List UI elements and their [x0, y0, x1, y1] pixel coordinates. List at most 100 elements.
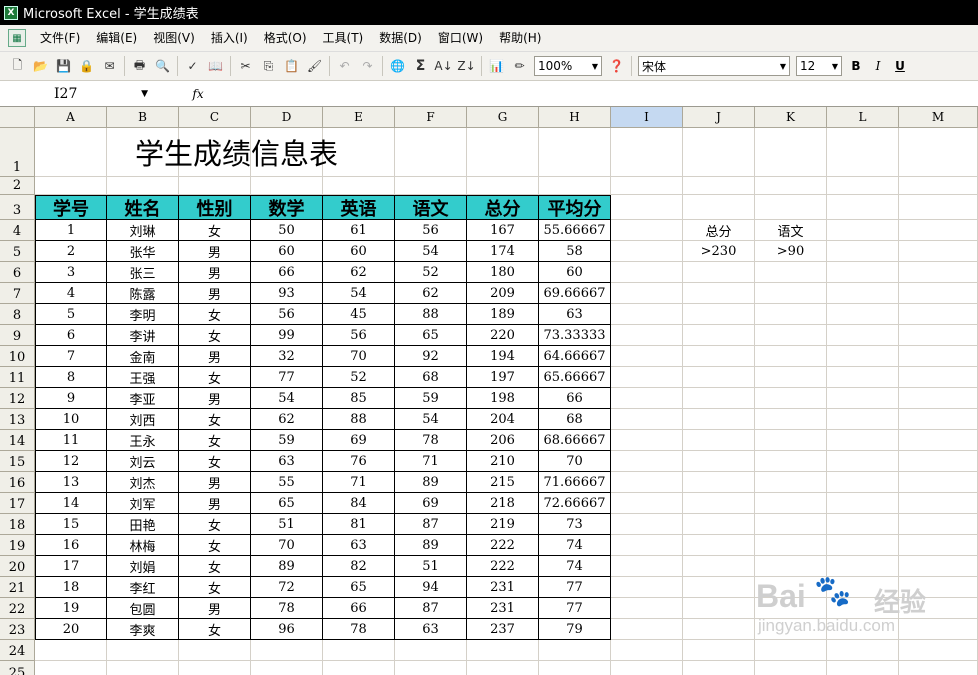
table-cell[interactable]: 19: [35, 598, 107, 619]
table-cell[interactable]: 51: [395, 556, 467, 577]
row-header-9[interactable]: 9: [0, 325, 35, 346]
cell[interactable]: [683, 388, 755, 409]
cell[interactable]: [611, 388, 683, 409]
cell[interactable]: [611, 220, 683, 241]
table-cell[interactable]: 李讲: [107, 325, 179, 346]
column-header-f[interactable]: F: [395, 107, 467, 128]
table-cell[interactable]: 84: [323, 493, 395, 514]
cell[interactable]: [827, 493, 899, 514]
table-cell[interactable]: 68.66667: [539, 430, 611, 451]
cell[interactable]: [395, 661, 467, 675]
table-cell[interactable]: 65: [251, 493, 323, 514]
table-cell[interactable]: 66: [539, 388, 611, 409]
cell[interactable]: [827, 177, 899, 195]
cell[interactable]: [611, 325, 683, 346]
criteria-value-cell[interactable]: >90: [755, 241, 827, 262]
table-cell[interactable]: 男: [179, 493, 251, 514]
table-cell[interactable]: 12: [35, 451, 107, 472]
table-cell[interactable]: 78: [395, 430, 467, 451]
table-cell[interactable]: 59: [395, 388, 467, 409]
cell[interactable]: [323, 177, 395, 195]
table-cell[interactable]: 55.66667: [539, 220, 611, 241]
table-cell[interactable]: 45: [323, 304, 395, 325]
table-cell[interactable]: 65: [323, 577, 395, 598]
cell[interactable]: [323, 640, 395, 661]
criteria-header-cell[interactable]: 总分: [683, 220, 755, 241]
table-cell[interactable]: 1: [35, 220, 107, 241]
table-cell[interactable]: 218: [467, 493, 539, 514]
cell[interactable]: [611, 195, 683, 220]
name-box[interactable]: I27 ▼: [0, 83, 158, 105]
cell[interactable]: [683, 556, 755, 577]
table-cell[interactable]: 张华: [107, 241, 179, 262]
cell[interactable]: [755, 367, 827, 388]
cell[interactable]: [35, 661, 107, 675]
table-cell[interactable]: 刘军: [107, 493, 179, 514]
table-cell[interactable]: 王强: [107, 367, 179, 388]
table-cell[interactable]: 女: [179, 514, 251, 535]
table-cell[interactable]: 女: [179, 304, 251, 325]
table-cell[interactable]: 男: [179, 388, 251, 409]
table-cell[interactable]: 51: [251, 514, 323, 535]
table-cell[interactable]: 男: [179, 262, 251, 283]
table-cell[interactable]: 李明: [107, 304, 179, 325]
cell[interactable]: [755, 535, 827, 556]
table-cell[interactable]: 林梅: [107, 535, 179, 556]
table-cell[interactable]: 54: [251, 388, 323, 409]
row-header-3[interactable]: 3: [0, 195, 35, 220]
row-header-13[interactable]: 13: [0, 409, 35, 430]
cell[interactable]: [611, 514, 683, 535]
table-cell[interactable]: 女: [179, 367, 251, 388]
zoom-select[interactable]: 100% ▼: [534, 56, 602, 76]
cell[interactable]: [467, 640, 539, 661]
cell[interactable]: [107, 177, 179, 195]
table-header-cell[interactable]: 语文: [395, 195, 467, 220]
cell[interactable]: [899, 177, 978, 195]
cell[interactable]: [755, 195, 827, 220]
table-cell[interactable]: 68: [395, 367, 467, 388]
table-cell[interactable]: 54: [395, 409, 467, 430]
table-cell[interactable]: 女: [179, 556, 251, 577]
cell[interactable]: [611, 493, 683, 514]
workbook-icon[interactable]: ▦: [8, 29, 26, 47]
cell[interactable]: [899, 325, 978, 346]
table-cell[interactable]: 男: [179, 346, 251, 367]
table-cell[interactable]: 11: [35, 430, 107, 451]
table-cell[interactable]: 4: [35, 283, 107, 304]
cell[interactable]: [755, 262, 827, 283]
print-icon[interactable]: 🖶: [130, 57, 149, 76]
row-header-25[interactable]: 25: [0, 661, 35, 675]
column-header-b[interactable]: B: [107, 107, 179, 128]
paste-icon[interactable]: 📋: [282, 57, 301, 76]
table-cell[interactable]: 180: [467, 262, 539, 283]
table-cell[interactable]: 15: [35, 514, 107, 535]
table-cell[interactable]: 189: [467, 304, 539, 325]
fx-icon[interactable]: fx: [158, 87, 238, 101]
column-header-c[interactable]: C: [179, 107, 251, 128]
excel-app-icon[interactable]: X: [4, 5, 18, 20]
column-header-e[interactable]: E: [323, 107, 395, 128]
menu-help[interactable]: 帮助(H): [491, 25, 549, 52]
cell[interactable]: [611, 367, 683, 388]
cell[interactable]: [899, 367, 978, 388]
column-header-k[interactable]: K: [755, 107, 827, 128]
column-header-a[interactable]: A: [35, 107, 107, 128]
cell[interactable]: [683, 409, 755, 430]
row-header-17[interactable]: 17: [0, 493, 35, 514]
table-cell[interactable]: 刘杰: [107, 472, 179, 493]
cell[interactable]: [611, 619, 683, 640]
cell[interactable]: [827, 283, 899, 304]
row-header-24[interactable]: 24: [0, 640, 35, 661]
table-cell[interactable]: 69: [323, 430, 395, 451]
cell[interactable]: [683, 577, 755, 598]
permission-icon[interactable]: 🔒: [77, 57, 96, 76]
sort-ascending-icon[interactable]: A↓: [434, 57, 453, 76]
table-cell[interactable]: 74: [539, 556, 611, 577]
table-cell[interactable]: 89: [251, 556, 323, 577]
table-cell[interactable]: 55: [251, 472, 323, 493]
table-cell[interactable]: 李亚: [107, 388, 179, 409]
row-header-21[interactable]: 21: [0, 577, 35, 598]
table-cell[interactable]: 209: [467, 283, 539, 304]
table-cell[interactable]: 王永: [107, 430, 179, 451]
table-cell[interactable]: 52: [395, 262, 467, 283]
